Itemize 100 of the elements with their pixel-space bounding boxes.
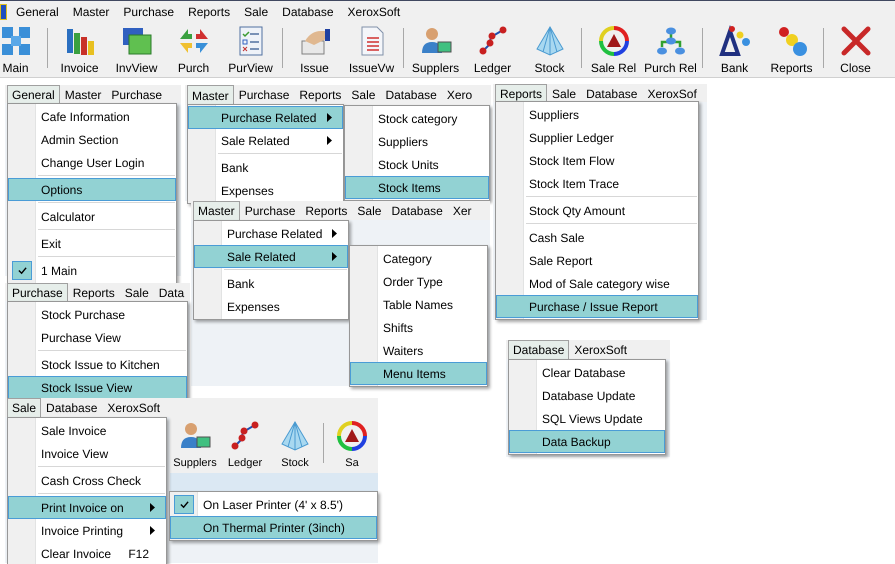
- menu-item[interactable]: Expenses: [188, 179, 343, 202]
- menu-item[interactable]: SQL Views Update: [509, 407, 665, 430]
- menu-title[interactable]: Master: [187, 85, 234, 105]
- menu-item[interactable]: Print Invoice on: [8, 496, 166, 519]
- menu-item[interactable]: Stock Units: [345, 153, 489, 176]
- menu-title[interactable]: XeroxSoft: [569, 340, 632, 359]
- menu-item[interactable]: Suppliers: [496, 103, 698, 126]
- toolbar-button[interactable]: Purch Rel: [642, 22, 699, 75]
- menu-item[interactable]: Purchase Related: [188, 106, 343, 129]
- menu-item[interactable]: Sale Related: [188, 129, 343, 152]
- menu-title[interactable]: Database: [380, 85, 442, 105]
- menu-title[interactable]: Database: [275, 2, 341, 20]
- menu-item[interactable]: Cash Cross Check: [8, 469, 166, 492]
- menu-title[interactable]: Reports: [181, 2, 238, 20]
- menu-item[interactable]: Purchase / Issue Report: [496, 295, 698, 318]
- menu-item[interactable]: Database Update: [509, 384, 665, 407]
- menu-item[interactable]: Calculator: [8, 205, 176, 228]
- menu-title[interactable]: Sale: [237, 2, 276, 20]
- menu-item[interactable]: Stock Item Flow: [496, 149, 698, 172]
- menu-item[interactable]: Cash Sale: [496, 226, 698, 249]
- menu-title[interactable]: Database: [581, 84, 642, 102]
- menu-item[interactable]: Stock Issue View: [8, 376, 187, 399]
- toolbar-button[interactable]: Reports: [763, 22, 820, 75]
- toolbar-button[interactable]: Ledger: [464, 22, 521, 75]
- menu-item[interactable]: Stock Item Trace: [496, 172, 698, 195]
- menu-title[interactable]: XeroxSoft: [102, 398, 166, 417]
- menu-item[interactable]: Menu Items: [350, 362, 487, 385]
- toolbar-button[interactable]: Issue: [286, 22, 343, 75]
- menu-title[interactable]: Purchase: [106, 85, 168, 103]
- toolbar-button[interactable]: Supplers: [407, 22, 464, 75]
- menu-item[interactable]: Data Backup: [509, 430, 665, 453]
- menu-item[interactable]: Suppliers: [345, 130, 489, 153]
- menu-item[interactable]: Category: [350, 247, 487, 270]
- menu-item[interactable]: Cafe Information: [8, 105, 176, 128]
- menu-title[interactable]: Purchase: [240, 201, 300, 220]
- menu-item[interactable]: Waiters: [350, 339, 487, 362]
- menu-item[interactable]: Order Type: [350, 270, 487, 293]
- menu-title[interactable]: Purchase: [7, 283, 68, 301]
- toolbar-button[interactable]: InvView: [108, 22, 165, 75]
- toolbar-button[interactable]: Invoice: [51, 22, 108, 75]
- menu-item[interactable]: Invoice Printing: [8, 519, 166, 542]
- menu-title[interactable]: Sale: [547, 84, 582, 102]
- menu-item[interactable]: Sale Related: [194, 245, 348, 268]
- toolbar-button[interactable]: Main: [0, 22, 44, 75]
- menu-title[interactable]: Sale: [7, 398, 42, 417]
- menu-title[interactable]: Purchase: [116, 2, 182, 20]
- toolbar-button[interactable]: Sa: [327, 417, 377, 470]
- menu-title[interactable]: Reports: [300, 201, 352, 220]
- menu-title[interactable]: Master: [60, 85, 106, 103]
- menu-item[interactable]: Stock Issue to Kitchen: [8, 353, 187, 376]
- menu-item[interactable]: Expenses: [194, 295, 348, 318]
- menu-item[interactable]: Sale Report: [496, 249, 698, 272]
- menu-item[interactable]: Supplier Ledger: [496, 126, 698, 149]
- toolbar-button[interactable]: Sale Rel: [585, 22, 642, 75]
- menu-item[interactable]: 1 Main: [8, 259, 176, 282]
- menu-item[interactable]: Bank: [194, 272, 348, 295]
- menu-title[interactable]: Master: [193, 201, 240, 220]
- menu-item[interactable]: On Thermal Printer (3inch): [170, 516, 377, 539]
- menu-item[interactable]: Invoice View: [8, 442, 166, 465]
- menu-title[interactable]: General: [9, 2, 66, 20]
- menu-item[interactable]: Bank: [188, 156, 343, 179]
- menu-title[interactable]: XeroxSoft: [340, 2, 408, 20]
- toolbar-button[interactable]: Supplers: [170, 417, 220, 470]
- menu-item[interactable]: On Laser Printer (4' x 8.5'): [170, 493, 377, 516]
- toolbar-button[interactable]: Ledger: [220, 417, 270, 470]
- menu-title[interactable]: Sale: [352, 201, 386, 220]
- menu-title[interactable]: Xer: [448, 201, 477, 220]
- menu-title[interactable]: Reports: [294, 85, 346, 105]
- menu-item[interactable]: Stock category: [345, 107, 489, 130]
- toolbar-button[interactable]: Purch: [165, 22, 222, 75]
- toolbar-button[interactable]: IssueVw: [343, 22, 400, 75]
- menu-title[interactable]: Database: [41, 398, 102, 417]
- menu-title[interactable]: Sale: [120, 283, 154, 301]
- menu-item[interactable]: Table Names: [350, 293, 487, 316]
- menu-title[interactable]: Database: [508, 340, 570, 359]
- menu-item[interactable]: Mod of Sale category wise: [496, 272, 698, 295]
- menu-item[interactable]: Stock Items: [345, 176, 489, 199]
- toolbar-button[interactable]: Bank: [706, 22, 763, 75]
- menu-item[interactable]: Options: [8, 178, 176, 201]
- menu-title[interactable]: Sale: [346, 85, 380, 105]
- menu-item[interactable]: Clear Invoice F12: [8, 542, 166, 564]
- menu-item[interactable]: Stock Purchase: [8, 303, 187, 326]
- menu-item[interactable]: Sale Invoice: [8, 419, 166, 442]
- menu-item[interactable]: Exit: [8, 232, 176, 255]
- menu-title[interactable]: Master: [66, 2, 116, 20]
- toolbar-button[interactable]: Stock: [521, 22, 578, 75]
- menu-title[interactable]: General: [7, 85, 60, 103]
- menu-item[interactable]: Clear Database: [509, 361, 665, 384]
- menu-title[interactable]: Reports: [495, 84, 548, 102]
- menu-item[interactable]: Purchase Related: [194, 222, 348, 245]
- menu-item[interactable]: Purchase View: [8, 326, 187, 349]
- toolbar-button[interactable]: PurView: [222, 22, 279, 75]
- menu-title[interactable]: Database: [386, 201, 448, 220]
- menu-title[interactable]: Xero: [442, 85, 478, 105]
- menu-title[interactable]: Purchase: [234, 85, 294, 105]
- menu-item[interactable]: Stock Qty Amount: [496, 199, 698, 222]
- menu-title[interactable]: XeroxSof: [642, 84, 702, 102]
- toolbar-button[interactable]: Close: [827, 22, 884, 75]
- toolbar-button[interactable]: Stock: [270, 417, 320, 470]
- menu-item[interactable]: Change User Login: [8, 151, 176, 174]
